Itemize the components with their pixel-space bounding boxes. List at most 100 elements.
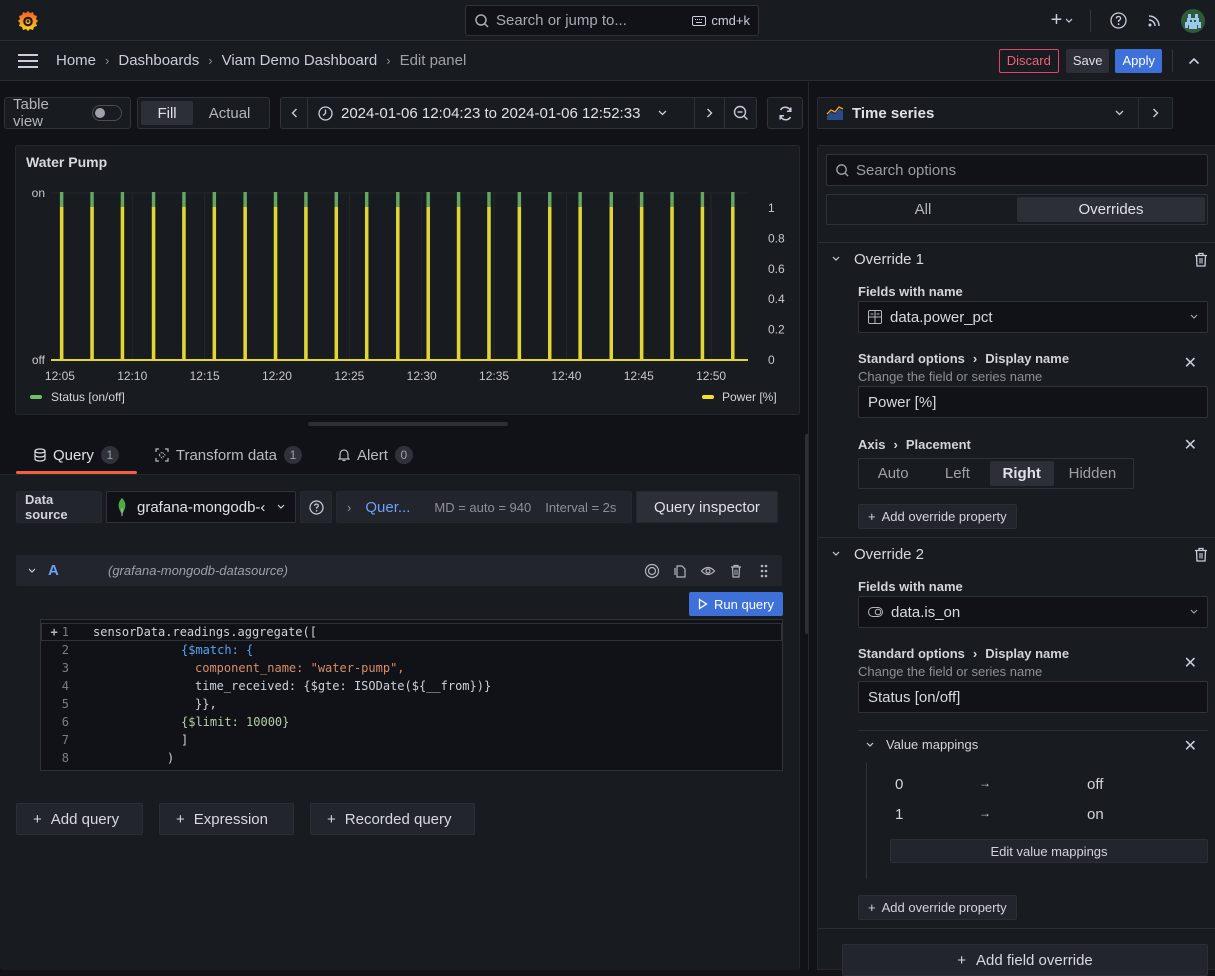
add-query-button[interactable]: + Add query bbox=[16, 803, 143, 835]
run-query-button[interactable]: Run query bbox=[689, 592, 783, 616]
actual-option[interactable]: Actual bbox=[193, 105, 266, 122]
placement-left[interactable]: Left bbox=[925, 461, 989, 486]
divider bbox=[818, 928, 1215, 929]
news-feed-icon bbox=[1148, 15, 1160, 27]
query-code-editor[interactable]: +1 sensorData.readings.aggregate([ 2 {$ma… bbox=[40, 619, 783, 771]
override-title: Override 2 bbox=[854, 545, 925, 563]
remove-property-button[interactable]: ✕ bbox=[1184, 353, 1197, 373]
edit-value-mappings-button[interactable]: Edit value mappings bbox=[890, 839, 1208, 863]
collapse-query-button[interactable] bbox=[16, 568, 48, 574]
query-inspector-button[interactable]: Query inspector bbox=[636, 491, 778, 523]
add-query-buttons: + Add query + Expression + Recorded query bbox=[16, 803, 475, 835]
value-mappings-header[interactable]: Value mappings bbox=[866, 737, 978, 752]
code-line-7: ] bbox=[181, 733, 189, 747]
search-options-input[interactable]: Search options bbox=[826, 154, 1208, 186]
news-button[interactable] bbox=[1137, 13, 1171, 28]
query-ref-id[interactable]: A bbox=[48, 562, 108, 579]
chevron-right-icon: › bbox=[386, 53, 391, 68]
left-axis-tick-label: off bbox=[32, 353, 46, 367]
time-series-chart[interactable]: 12:05 12:10 12:15 12:20 12:25 12:30 12:35 12:40… bbox=[16, 146, 801, 416]
menu-toggle-button[interactable] bbox=[0, 53, 56, 69]
datasource-help-button[interactable] bbox=[300, 491, 332, 523]
chevron-left-icon bbox=[291, 108, 297, 118]
datasource-picker[interactable]: grafana-mongodb-‹ bbox=[106, 491, 296, 523]
override-1-header[interactable]: Override 1 bbox=[826, 243, 1208, 275]
field-name-select[interactable]: data.power_pct bbox=[858, 301, 1208, 333]
display-name-input[interactable]: Status [on/off] bbox=[858, 681, 1208, 713]
trash-icon[interactable] bbox=[1194, 547, 1208, 562]
property-name: Display name bbox=[985, 646, 1070, 661]
tab-query[interactable]: Query 1 bbox=[16, 436, 137, 474]
search-icon bbox=[475, 13, 489, 28]
plus-icon: + bbox=[33, 810, 42, 828]
breadcrumb-dashboard[interactable]: Viam Demo Dashboard bbox=[222, 52, 378, 69]
plus-icon: + bbox=[1050, 9, 1063, 31]
divider bbox=[1172, 49, 1173, 72]
all-options-tab[interactable]: All bbox=[829, 197, 1017, 222]
grafana-logo-icon[interactable] bbox=[16, 9, 40, 33]
query-options-button[interactable]: › Quer... MD = auto = 940 Interval = 2s bbox=[336, 491, 632, 523]
eye-icon[interactable] bbox=[700, 563, 716, 579]
help-button[interactable] bbox=[1099, 12, 1137, 29]
save-button[interactable]: Save bbox=[1065, 48, 1110, 73]
chevron-up-icon bbox=[1188, 57, 1200, 64]
duplicate-query-icon[interactable] bbox=[672, 563, 688, 579]
time-back-button[interactable] bbox=[281, 98, 308, 128]
user-avatar[interactable] bbox=[1171, 8, 1215, 33]
global-search-input[interactable]: Search or jump to... cmd+k bbox=[465, 5, 759, 36]
field-name-select[interactable]: data.is_on bbox=[858, 596, 1208, 628]
new-menu-button[interactable]: + bbox=[1042, 9, 1082, 32]
trash-icon[interactable] bbox=[728, 563, 744, 579]
zoom-out-button[interactable] bbox=[724, 98, 756, 128]
run-query-label: Run query bbox=[714, 596, 774, 612]
add-override-property-button[interactable]: + Add override property bbox=[858, 504, 1017, 529]
time-range-button[interactable]: 2024-01-06 12:04:23 to 2024-01-06 12:52:… bbox=[308, 98, 694, 128]
tab-alert[interactable]: Alert 0 bbox=[320, 436, 431, 474]
trash-icon[interactable] bbox=[1194, 252, 1208, 267]
overrides-tab[interactable]: Overrides bbox=[1017, 197, 1205, 222]
panel-resize-handle[interactable] bbox=[308, 422, 508, 426]
x-tick-label: 12:30 bbox=[407, 369, 437, 383]
remove-property-button[interactable]: ✕ bbox=[1184, 736, 1197, 756]
options-pane: Time series Search options All Overrides… bbox=[808, 82, 1215, 976]
toggle-switch[interactable] bbox=[92, 105, 122, 121]
transform-icon bbox=[155, 448, 169, 462]
override-2-header[interactable]: Override 2 bbox=[826, 538, 1208, 570]
visualization-picker[interactable]: Time series bbox=[817, 97, 1173, 129]
query-help-icon[interactable] bbox=[644, 563, 660, 579]
collapse-button[interactable] bbox=[1183, 57, 1205, 65]
add-recorded-query-button[interactable]: + Recorded query bbox=[310, 803, 475, 835]
apply-button[interactable]: Apply bbox=[1115, 48, 1162, 73]
plus-icon: + bbox=[868, 509, 876, 524]
remove-property-button[interactable]: ✕ bbox=[1184, 435, 1197, 455]
tab-transform-data[interactable]: Transform data 1 bbox=[137, 436, 320, 474]
drag-handle-icon[interactable] bbox=[756, 563, 772, 579]
remove-property-button[interactable]: ✕ bbox=[1184, 653, 1197, 673]
chevron-down-icon bbox=[1190, 314, 1198, 319]
display-name-input[interactable]: Power [%] bbox=[858, 386, 1208, 418]
placement-right[interactable]: Right bbox=[989, 461, 1054, 486]
x-tick-label: 12:20 bbox=[262, 369, 292, 383]
breadcrumb: Home › Dashboards › Viam Demo Dashboard … bbox=[56, 52, 466, 69]
breadcrumb-dashboards[interactable]: Dashboards bbox=[118, 52, 199, 69]
add-expression-button[interactable]: + Expression bbox=[159, 803, 294, 835]
hamburger-menu-icon bbox=[18, 53, 38, 68]
interval: Interval = 2s bbox=[545, 499, 617, 515]
time-forward-button[interactable] bbox=[694, 98, 724, 128]
plus-icon: + bbox=[327, 810, 336, 828]
breadcrumb-home[interactable]: Home bbox=[56, 52, 96, 69]
refresh-button[interactable] bbox=[767, 97, 803, 129]
add-field-override-button[interactable]: + Add field override bbox=[842, 944, 1208, 976]
add-override-property-button[interactable]: + Add override property bbox=[858, 895, 1017, 920]
placement-auto[interactable]: Auto bbox=[861, 461, 925, 486]
collapse-options-button[interactable] bbox=[1138, 98, 1172, 128]
table-view-toggle[interactable]: Table view bbox=[4, 96, 131, 130]
code-line: 3 component_name: "water-pump", bbox=[41, 659, 782, 677]
mapping-from: 1 bbox=[895, 806, 904, 823]
chevron-down-icon bbox=[866, 742, 874, 747]
discard-button[interactable]: Discard bbox=[998, 48, 1059, 73]
tab-label: Query bbox=[53, 446, 94, 464]
series-power-line bbox=[51, 207, 748, 361]
placement-hidden[interactable]: Hidden bbox=[1054, 461, 1131, 486]
fill-option[interactable]: Fill bbox=[141, 101, 194, 125]
